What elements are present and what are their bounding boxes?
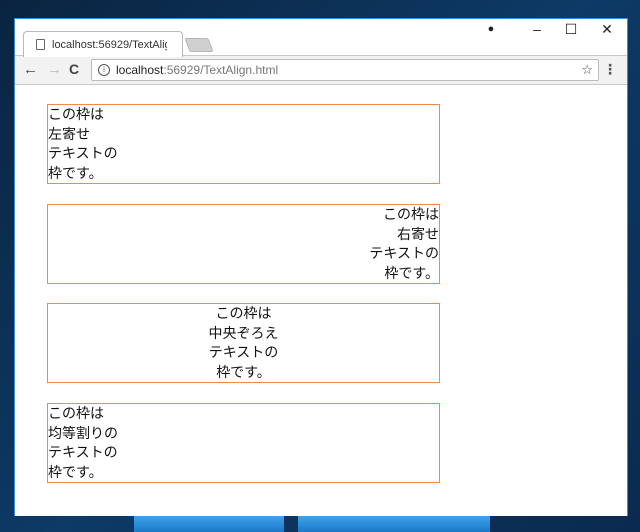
box-line: この枠は bbox=[48, 106, 104, 122]
back-button[interactable]: ← bbox=[23, 61, 38, 78]
tab-title: localhost:56929/TextAlign.html bbox=[52, 38, 167, 51]
desktop-tile bbox=[298, 516, 490, 532]
minimize-button[interactable]: – bbox=[527, 21, 547, 37]
desktop-tile bbox=[134, 516, 284, 532]
box-line: この枠は bbox=[383, 206, 439, 222]
url-path: :56929/TextAlign.html bbox=[163, 63, 279, 77]
tab-active[interactable]: localhost:56929/TextAlign.html bbox=[23, 31, 183, 57]
page-icon bbox=[36, 39, 45, 50]
address-bar[interactable]: i localhost:56929/TextAlign.html ☆ bbox=[91, 59, 599, 81]
box-line: この枠は bbox=[215, 305, 272, 321]
center-aligned-box: この枠は 中央ぞろえ テキストの 枠です。 bbox=[47, 303, 440, 383]
box-line: この枠は bbox=[48, 405, 104, 421]
box-line: 中央ぞろえ bbox=[208, 324, 279, 341]
close-button[interactable]: ✕ bbox=[597, 21, 617, 38]
justified-box: この枠は 均等割りの テキストの 枠です。 bbox=[47, 403, 440, 483]
title-bar: localhost:56929/TextAlign.html ● – ☐ ✕ bbox=[15, 19, 627, 57]
url-host: localhost bbox=[116, 63, 164, 77]
menu-icon[interactable]: ⋮ bbox=[603, 61, 617, 78]
box-line: テキストの bbox=[48, 145, 118, 162]
box-line: 枠です。 bbox=[216, 363, 271, 380]
box-line: 右寄せ bbox=[397, 225, 439, 242]
box-line: テキストの bbox=[48, 444, 118, 461]
new-tab-button[interactable] bbox=[184, 38, 214, 52]
maximize-button[interactable]: ☐ bbox=[561, 21, 581, 38]
profile-icon[interactable]: ● bbox=[481, 23, 501, 35]
bookmark-star-icon[interactable]: ☆ bbox=[581, 62, 593, 78]
browser-window: localhost:56929/TextAlign.html ● – ☐ ✕ ←… bbox=[14, 18, 628, 516]
page-content: この枠は 左寄せ テキストの 枠です。 この枠は 右寄せ テキストの 枠です。 … bbox=[15, 86, 627, 516]
forward-button[interactable]: → bbox=[47, 61, 62, 78]
toolbar: ← → C i localhost:56929/TextAlign.html ☆… bbox=[15, 55, 627, 85]
box-line: テキストの bbox=[369, 245, 439, 262]
reload-button[interactable]: C bbox=[69, 61, 79, 77]
info-icon[interactable]: i bbox=[98, 64, 110, 76]
left-aligned-box: この枠は 左寄せ テキストの 枠です。 bbox=[47, 104, 440, 184]
box-line: 枠です。 bbox=[48, 463, 103, 480]
box-line: 均等割りの bbox=[48, 424, 118, 441]
box-line: 枠です。 bbox=[384, 264, 439, 281]
box-line: 左寄せ bbox=[48, 125, 90, 142]
right-aligned-box: この枠は 右寄せ テキストの 枠です。 bbox=[47, 204, 440, 284]
box-line: テキストの bbox=[208, 344, 279, 361]
box-line: 枠です。 bbox=[48, 164, 103, 181]
